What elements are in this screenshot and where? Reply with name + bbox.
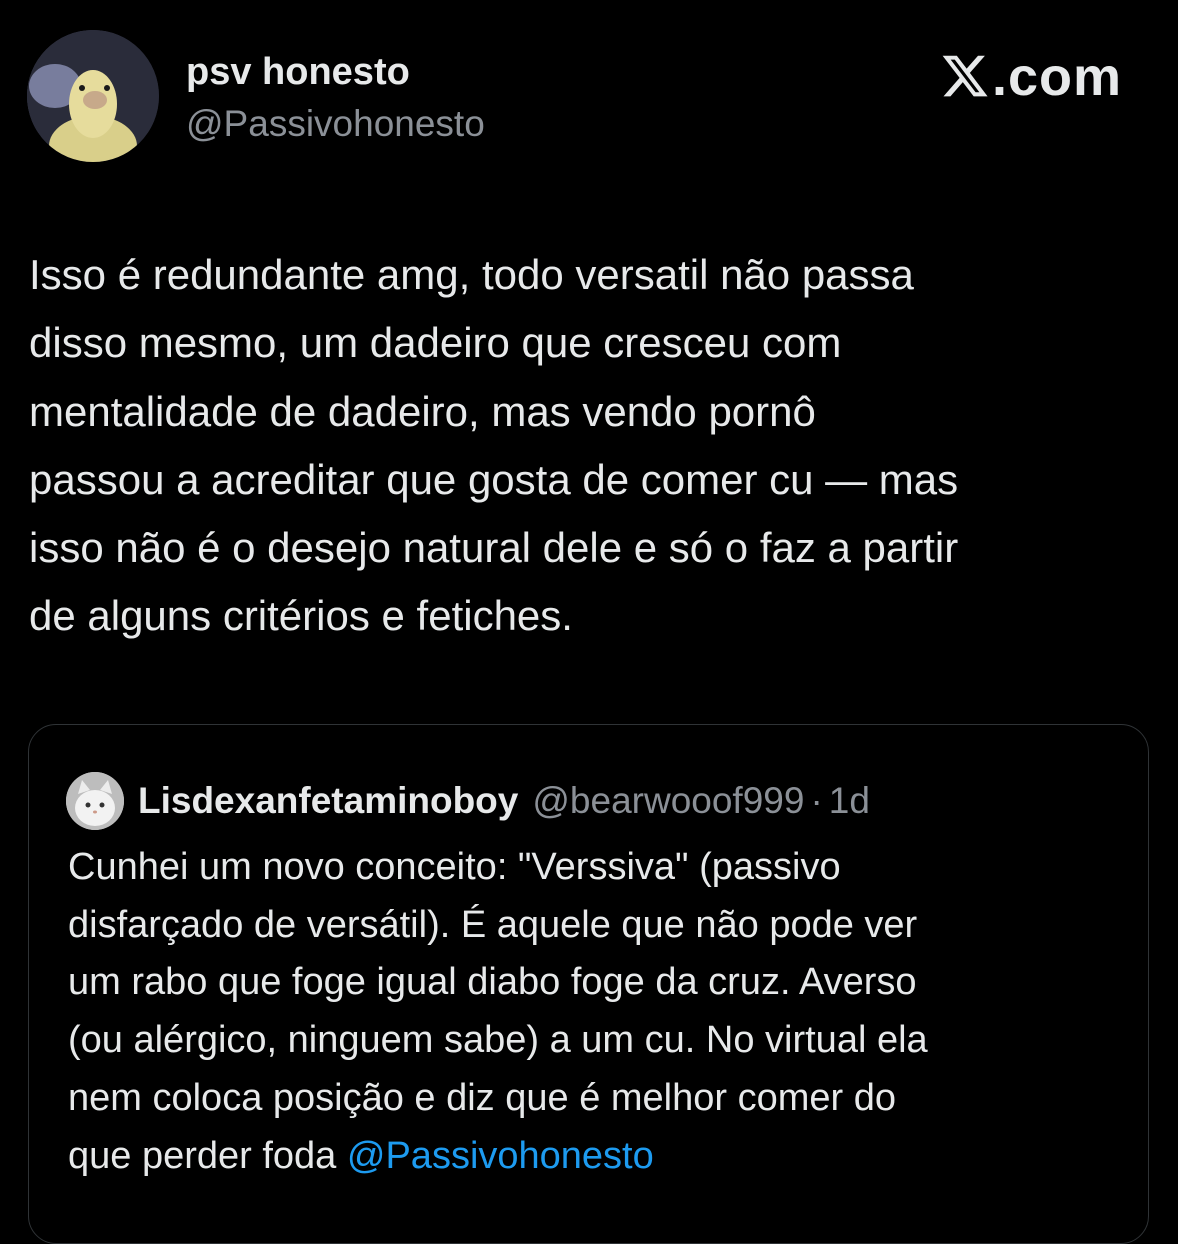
quoted-author-handle[interactable]: @bearwooof999 — [532, 780, 804, 822]
mention-link[interactable]: @Passivohonesto — [347, 1135, 654, 1177]
author-name[interactable]: psv honesto — [186, 52, 485, 92]
brand-label: .com — [991, 47, 1122, 107]
x-com-brand: .com — [940, 46, 1122, 108]
author-handle[interactable]: @Passivohonesto — [186, 104, 485, 144]
tweet-text: Isso é redundante amg, todo versatil não… — [29, 251, 959, 640]
x-logo-icon — [942, 55, 988, 97]
quoted-tweet-body: Cunhei um novo conceito: "Verssiva" (pas… — [68, 846, 928, 1177]
duck-photo-avatar-icon — [27, 30, 159, 162]
quoted-tweet-card[interactable]: Lisdexanfetaminoboy @bearwooof999 · 1d C… — [28, 724, 1149, 1244]
author-avatar[interactable] — [27, 30, 159, 162]
quoted-author-name[interactable]: Lisdexanfetaminoboy — [138, 780, 518, 822]
quoted-tweet-text: Cunhei um novo conceito: "Verssiva" (pas… — [68, 839, 1128, 1185]
author-info: psv honesto @Passivohonesto — [186, 52, 485, 144]
cat-photo-avatar-icon — [66, 772, 124, 830]
quoted-separator: · — [810, 780, 823, 821]
quoted-tweet-header: Lisdexanfetaminoboy @bearwooof999 · 1d — [66, 771, 870, 831]
quoted-timestamp[interactable]: 1d — [829, 780, 870, 822]
quoted-author-avatar[interactable] — [66, 772, 124, 830]
